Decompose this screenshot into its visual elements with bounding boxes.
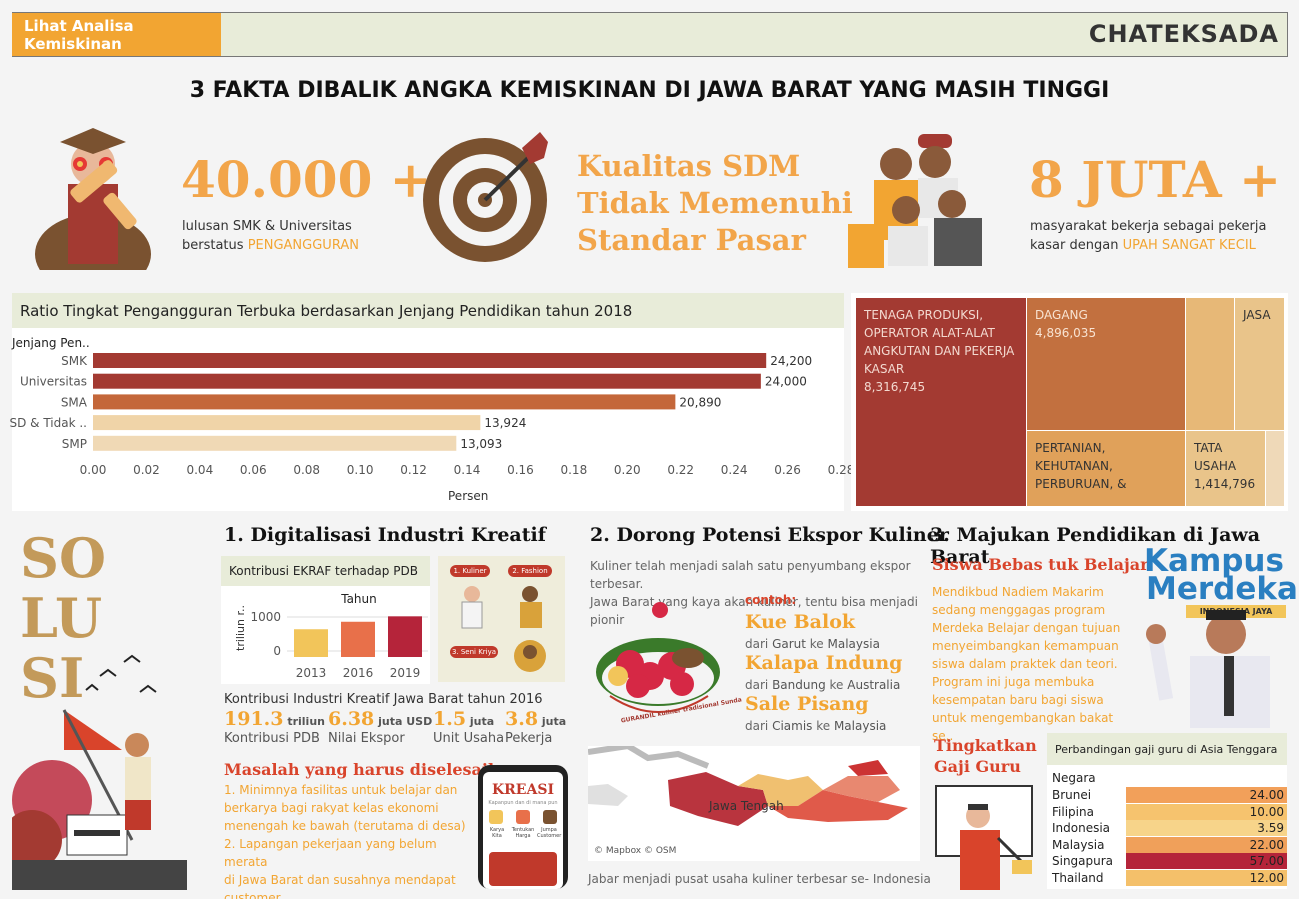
stat-unit: juta xyxy=(538,715,567,728)
stat-value: 6.38 juta USD xyxy=(328,708,432,730)
route-place: Garut xyxy=(772,637,806,651)
ekraf-bar-2019 xyxy=(388,616,422,657)
salary-country: Singapura xyxy=(1052,854,1114,869)
salary-table-title: Perbandingan gaji guru di Asia Tenggara xyxy=(1047,733,1287,765)
ekraf-x-tick: 2013 xyxy=(296,666,327,680)
route-connector: dari xyxy=(745,719,773,733)
karya-kita-label: Karya Kita xyxy=(489,827,505,839)
stat-value: 191.3 triliun xyxy=(224,708,325,730)
route-connector: ke xyxy=(805,637,828,651)
salary-value: 57.00 xyxy=(1126,853,1287,870)
salary-section-title: Tingkatkan Gaji Guru xyxy=(934,736,1037,776)
kreasi-tagline: Kapanpun dan di mana pun xyxy=(488,800,558,806)
ekraf-y-tick: 0 xyxy=(273,644,281,658)
route-place: Malaysia xyxy=(833,719,887,733)
stat-unit: triliun xyxy=(283,715,325,728)
creative-sectors-panel: 1. Kuliner 2. Fashion 3. Seni Kriya xyxy=(438,556,565,682)
salary-row: Indonesia 3.59 xyxy=(1047,820,1287,837)
salary-country: Thailand xyxy=(1052,871,1104,885)
salary-value: 24.00 xyxy=(1126,787,1287,803)
contoh-label: contoh: xyxy=(745,593,797,607)
stat-caption: Unit Usaha xyxy=(433,731,505,746)
ekraf-y-axis-label: triliun r.. xyxy=(234,605,247,651)
route-connector: ke xyxy=(825,678,848,692)
food-name: Kalapa Indung xyxy=(745,652,903,674)
stat-caption: Pekerja xyxy=(505,731,553,746)
salary-value: 22.00 xyxy=(1126,836,1287,853)
route-connector: ke xyxy=(812,719,834,733)
tentukan-harga-icon xyxy=(516,810,530,824)
solution3-body: Mendikbud Nadiem Makarim sedang menggaga… xyxy=(932,585,1121,743)
kampus-merdeka-panel: Kampus Merdeka INDONESIA JAYA xyxy=(1140,546,1298,728)
stat-item: 1.5 juta Unit Usaha xyxy=(433,708,504,746)
food-name: Kue Balok xyxy=(745,611,856,633)
stat-caption: Nilai Ekspor xyxy=(328,731,405,746)
salary-row: Filipina 10.00 xyxy=(1047,803,1287,820)
stat-caption: Kontribusi PDB xyxy=(224,731,320,746)
solution2-footer: Jabar menjadi pusat usaha kuliner terbes… xyxy=(588,872,931,886)
salary-row: Singapura 57.00 xyxy=(1047,853,1287,870)
ekraf-y-tick: 1000 xyxy=(250,610,281,624)
tentukan-harga-label: Tentukan Harga xyxy=(511,827,535,839)
kreasi-phone-mockup: KREASI Kapanpun dan di mana pun Karya Ki… xyxy=(478,765,568,889)
karya-kita-icon xyxy=(489,810,503,824)
salary-country: Indonesia xyxy=(1052,821,1111,836)
salary-value: 10.00 xyxy=(1126,803,1287,820)
stat-unit: juta xyxy=(466,715,495,728)
ekraf-x-tick: 2019 xyxy=(390,666,421,680)
food-route: dari Bandung ke Australia xyxy=(745,678,900,692)
salary-country: Malaysia xyxy=(1052,837,1105,852)
solution2-title: 2. Dorong Potensi Ekspor Kuliner xyxy=(590,524,949,546)
stat-item: 191.3 triliun Kontribusi PDB xyxy=(224,708,325,746)
java-map[interactable]: Jawa Tengah © Mapbox © OSM xyxy=(588,746,920,861)
map-label-jawa-tengah: Jawa Tengah xyxy=(709,799,784,813)
salary-row: Brunei 24.00 xyxy=(1047,787,1287,803)
route-connector: dari xyxy=(745,637,773,651)
tag-fashion: 2. Fashion xyxy=(508,565,552,577)
stat-number: 3.8 xyxy=(505,708,539,730)
salary-country: Filipina xyxy=(1052,804,1094,819)
food-route: dari Garut ke Malaysia xyxy=(745,637,880,651)
stats-title: Kontribusi Industri Kreatif Jawa Barat t… xyxy=(224,692,543,707)
salary-table-header: Negara xyxy=(1052,771,1096,785)
kreasi-brand: KREASI xyxy=(492,782,554,798)
stat-value: 3.8 juta xyxy=(505,708,566,730)
salary-country: Brunei xyxy=(1052,788,1092,802)
problem-list: 1. Minimnya fasilitas untuk belajar dan … xyxy=(224,783,466,899)
solution3-subtitle: Siswa Bebas tuk Belajar xyxy=(932,555,1149,574)
stat-value: 1.5 juta xyxy=(433,708,504,730)
ekraf-series-header: Tahun xyxy=(340,592,377,606)
jumpa-customer-label: Jumpa Customer xyxy=(537,827,562,839)
route-place: Ciamis xyxy=(772,719,813,733)
salary-value: 12.00 xyxy=(1126,870,1287,886)
stat-number: 1.5 xyxy=(433,708,467,730)
food-route: dari Ciamis ke Malaysia xyxy=(745,719,886,733)
salary-row: Thailand 12.00 xyxy=(1047,870,1287,886)
map-credit: © Mapbox © OSM xyxy=(594,846,677,856)
stat-number: 191.3 xyxy=(224,708,284,730)
ekraf-bar-2013 xyxy=(294,629,328,657)
kreasi-banner xyxy=(489,852,557,886)
creative-people-icons xyxy=(461,586,546,672)
route-place: Malaysia xyxy=(827,637,880,651)
salary-row: Malaysia 22.00 xyxy=(1047,836,1287,853)
route-place: Bandung xyxy=(772,678,826,692)
stat-unit: juta USD xyxy=(374,715,433,728)
route-place: Australia xyxy=(847,678,901,692)
stat-item: 3.8 juta Pekerja xyxy=(505,708,566,746)
salary-value: 3.59 xyxy=(1126,820,1287,837)
ekraf-bar-2016 xyxy=(341,621,375,657)
food-name: Sale Pisang xyxy=(745,693,869,715)
stat-number: 6.38 xyxy=(328,708,375,730)
minister-illustration xyxy=(1146,610,1270,728)
kampus-logo-line2: Merdeka xyxy=(1146,571,1298,607)
tag-kuliner: 1. Kuliner xyxy=(450,565,490,577)
route-connector: dari xyxy=(745,678,773,692)
jumpa-customer-icon xyxy=(543,810,557,824)
stat-item: 6.38 juta USD Nilai Ekspor xyxy=(328,708,432,746)
ekraf-x-tick: 2016 xyxy=(343,666,374,680)
teacher-illustration xyxy=(935,785,1033,890)
